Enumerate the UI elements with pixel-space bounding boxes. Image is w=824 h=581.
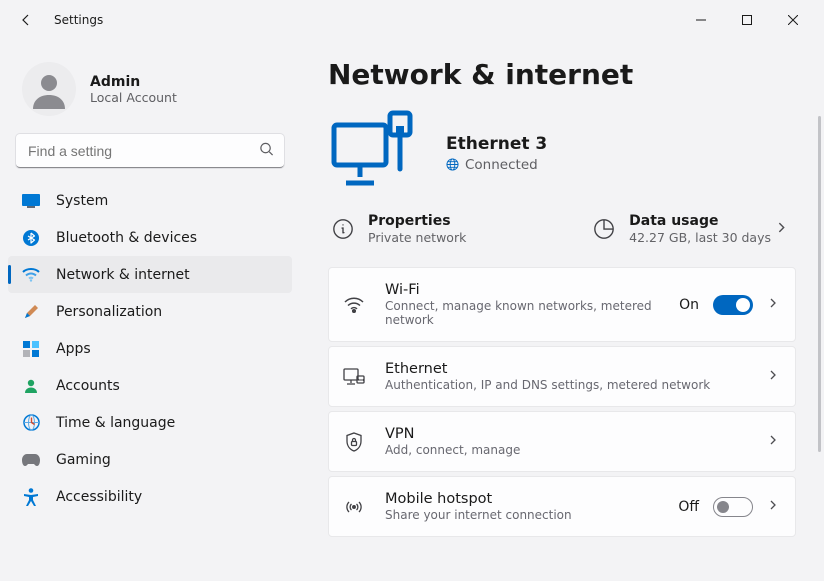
- nav-bluetooth[interactable]: Bluetooth & devices: [8, 219, 292, 256]
- brush-icon: [22, 303, 40, 321]
- info-icon: [332, 218, 354, 240]
- nav-apps[interactable]: Apps: [8, 330, 292, 367]
- chevron-right-icon: [767, 434, 779, 450]
- chevron-right-icon: [767, 369, 779, 385]
- nav-label: Network & internet: [56, 267, 190, 283]
- chevron-right-icon: [775, 221, 788, 234]
- close-button[interactable]: [770, 4, 816, 36]
- accessibility-icon: [22, 488, 40, 506]
- search-container: [16, 134, 284, 168]
- wifi-sub: Connect, manage known networks, metered …: [385, 299, 659, 327]
- data-usage-icon: [593, 218, 615, 240]
- page-title: Network & internet: [328, 58, 796, 91]
- system-icon: [22, 192, 40, 210]
- globe-icon: [446, 158, 459, 171]
- properties-sub: Private network: [368, 230, 466, 245]
- nav-label: Accounts: [56, 378, 120, 394]
- nav-label: System: [56, 193, 108, 209]
- properties-title: Properties: [368, 213, 466, 229]
- person-icon: [22, 377, 40, 395]
- wifi-toggle[interactable]: [713, 295, 753, 315]
- hotspot-title: Mobile hotspot: [385, 491, 658, 507]
- apps-icon: [22, 340, 40, 358]
- profile-name: Admin: [90, 74, 177, 90]
- gamepad-icon: [22, 451, 40, 469]
- hotspot-toggle[interactable]: [713, 497, 753, 517]
- card-wifi[interactable]: Wi-Fi Connect, manage known networks, me…: [328, 267, 796, 342]
- content: Network & internet Ethernet 3 Connected: [300, 40, 824, 581]
- scrollbar[interactable]: [818, 116, 821, 452]
- properties-link[interactable]: Properties Private network: [332, 213, 593, 245]
- wifi-toggle-label: On: [679, 297, 699, 313]
- nav-label: Gaming: [56, 452, 111, 468]
- search-icon: [259, 142, 274, 161]
- clock-globe-icon: [22, 414, 40, 432]
- chevron-right-icon: [767, 499, 779, 515]
- back-button[interactable]: [8, 2, 44, 38]
- data-usage-sub: 42.27 GB, last 30 days: [629, 230, 771, 245]
- ethernet-card-icon: [343, 368, 365, 386]
- nav-accounts[interactable]: Accounts: [8, 367, 292, 404]
- window-title: Settings: [54, 13, 103, 27]
- title-bar: Settings: [0, 0, 824, 40]
- shield-lock-icon: [343, 432, 365, 452]
- nav-label: Apps: [56, 341, 91, 357]
- hotspot-icon: [343, 498, 365, 516]
- ethernet-hero-icon: [328, 107, 420, 199]
- card-ethernet[interactable]: Ethernet Authentication, IP and DNS sett…: [328, 346, 796, 407]
- chevron-right-icon: [767, 297, 779, 313]
- maximize-icon: [742, 15, 752, 25]
- vpn-sub: Add, connect, manage: [385, 443, 747, 457]
- avatar-icon: [29, 69, 69, 109]
- nav-gaming[interactable]: Gaming: [8, 441, 292, 478]
- nav-time-language[interactable]: Time & language: [8, 404, 292, 441]
- nav-system[interactable]: System: [8, 182, 292, 219]
- nav-accessibility[interactable]: Accessibility: [8, 478, 292, 515]
- maximize-button[interactable]: [724, 4, 770, 36]
- ethernet-sub: Authentication, IP and DNS settings, met…: [385, 378, 747, 392]
- nav-label: Time & language: [56, 415, 175, 431]
- hotspot-sub: Share your internet connection: [385, 508, 658, 522]
- bluetooth-icon: [22, 229, 40, 247]
- wifi-card-icon: [343, 297, 365, 313]
- sidebar: Admin Local Account System Bluetooth & d…: [0, 40, 300, 581]
- nav-label: Accessibility: [56, 489, 142, 505]
- connection-name: Ethernet 3: [446, 134, 547, 154]
- nav-network[interactable]: Network & internet: [8, 256, 292, 293]
- nav: System Bluetooth & devices Network & int…: [0, 182, 300, 515]
- data-usage-link[interactable]: Data usage 42.27 GB, last 30 days: [593, 213, 771, 245]
- ethernet-title: Ethernet: [385, 361, 747, 377]
- nav-label: Bluetooth & devices: [56, 230, 197, 246]
- vpn-title: VPN: [385, 426, 747, 442]
- connection-text: Ethernet 3 Connected: [446, 134, 547, 173]
- card-vpn[interactable]: VPN Add, connect, manage: [328, 411, 796, 472]
- avatar: [22, 62, 76, 116]
- profile-text: Admin Local Account: [90, 74, 177, 105]
- arrow-left-icon: [18, 12, 34, 28]
- prop-data-chevron: [771, 221, 792, 238]
- data-usage-title: Data usage: [629, 213, 771, 229]
- nav-label: Personalization: [56, 304, 162, 320]
- wifi-title: Wi-Fi: [385, 282, 659, 298]
- close-icon: [788, 15, 798, 25]
- profile-block[interactable]: Admin Local Account: [0, 48, 300, 134]
- settings-cards: Wi-Fi Connect, manage known networks, me…: [328, 267, 796, 537]
- connection-hero: Ethernet 3 Connected: [328, 107, 796, 199]
- hotspot-toggle-label: Off: [678, 499, 699, 515]
- search-input[interactable]: [16, 134, 284, 168]
- wifi-icon: [22, 266, 40, 284]
- window-controls: [678, 4, 816, 36]
- card-hotspot[interactable]: Mobile hotspot Share your internet conne…: [328, 476, 796, 537]
- minimize-icon: [696, 15, 706, 25]
- profile-subtitle: Local Account: [90, 90, 177, 105]
- nav-personalization[interactable]: Personalization: [8, 293, 292, 330]
- minimize-button[interactable]: [678, 4, 724, 36]
- connection-status: Connected: [465, 157, 538, 173]
- prop-data-row: Properties Private network Data usage 42…: [328, 207, 796, 251]
